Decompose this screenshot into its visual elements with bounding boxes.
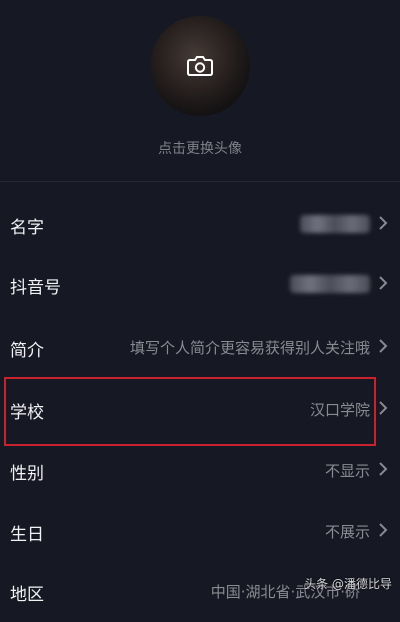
- row-value: 不显示: [324, 462, 370, 480]
- row-birthday[interactable]: 生日 不展示: [0, 502, 400, 562]
- row-region[interactable]: 地区 中国·湖北省·武汉市·硚: [0, 562, 400, 622]
- chevron-right-icon: [379, 216, 388, 230]
- row-label: 简介: [10, 341, 44, 361]
- row-value: 不展示: [324, 523, 370, 541]
- row-label: 生日: [10, 525, 44, 545]
- chevron-right-icon: [379, 462, 388, 476]
- row-label: 名字: [10, 218, 44, 238]
- profile-header: 点击更换头像: [0, 0, 400, 182]
- camera-icon[interactable]: [187, 56, 213, 76]
- blurred-value: [300, 215, 370, 233]
- row-label: 抖音号: [10, 278, 61, 298]
- divider: [0, 181, 400, 182]
- row-bio[interactable]: 简介 填写个人简介更容易获得别人关注哦: [0, 318, 400, 378]
- watermark: 头条 @潘德比导: [304, 575, 392, 592]
- row-label: 性别: [10, 464, 44, 484]
- change-avatar-label[interactable]: 点击更换头像: [0, 138, 400, 158]
- chevron-right-icon: [379, 401, 388, 415]
- highlight-box: [4, 377, 376, 446]
- row-gender[interactable]: 性别 不显示: [0, 441, 400, 501]
- row-douyin-id[interactable]: 抖音号: [0, 255, 400, 315]
- chevron-right-icon: [379, 339, 388, 353]
- chevron-right-icon: [379, 276, 388, 290]
- watermark-text: 头条 @潘德比导: [304, 577, 392, 591]
- row-label: 地区: [10, 585, 44, 605]
- blurred-value: [290, 275, 370, 293]
- row-name[interactable]: 名字: [0, 195, 400, 255]
- row-value: 填写个人简介更容易获得别人关注哦: [129, 339, 370, 357]
- chevron-right-icon: [379, 523, 388, 537]
- avatar[interactable]: [150, 16, 250, 116]
